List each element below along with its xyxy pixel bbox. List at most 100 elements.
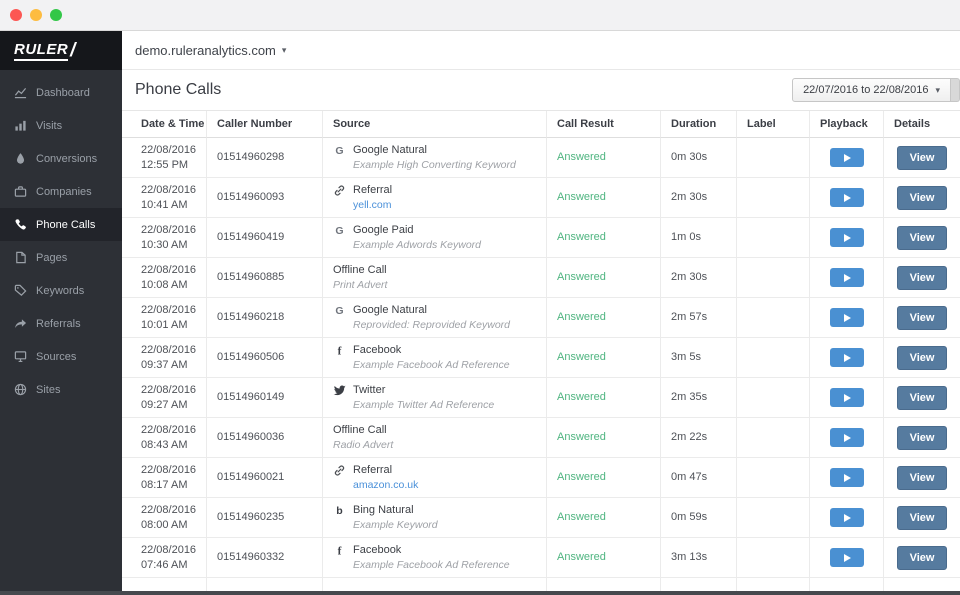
details-cell: View xyxy=(884,538,960,578)
details-cell: View xyxy=(884,218,960,258)
play-icon xyxy=(844,354,851,362)
label-cell xyxy=(737,298,810,338)
source-cell: Offline Call Radio Advert xyxy=(323,418,547,458)
source-cell: Google Natural Reprovided: Reprovided Ke… xyxy=(323,298,547,338)
source-detail: Print Advert xyxy=(333,278,546,293)
google-icon xyxy=(333,303,346,317)
table-row: 22/08/201610:41 AM 01514960093 Referral … xyxy=(122,178,960,218)
column-header-playback: Playback xyxy=(810,111,884,138)
play-button[interactable] xyxy=(830,468,864,487)
date-range-end-cap[interactable] xyxy=(951,78,960,102)
sidebar-item-referrals[interactable]: Referrals xyxy=(0,307,122,340)
sidebar-item-keywords[interactable]: Keywords xyxy=(0,274,122,307)
briefcase-icon xyxy=(14,185,27,198)
duration-cell: 3m 5s xyxy=(661,338,737,378)
date-time-cell: 22/08/201609:27 AM xyxy=(122,378,207,418)
caller-number-cell: 01514960235 xyxy=(207,498,323,538)
source-detail: Example High Converting Keyword xyxy=(353,158,546,173)
column-header-duration: Duration xyxy=(661,111,737,138)
source-detail: Example Facebook Ad Reference xyxy=(353,358,546,373)
view-button[interactable]: View xyxy=(897,266,948,290)
sidebar-item-label: Pages xyxy=(36,252,67,264)
play-button[interactable] xyxy=(830,428,864,447)
source-cell: Google Paid Example Adwords Keyword xyxy=(323,218,547,258)
caller-number-cell: 01514960298 xyxy=(207,138,323,178)
sidebar-item-label: Dashboard xyxy=(36,87,90,99)
droplet-icon xyxy=(14,152,27,165)
table-row: 22/08/201608:17 AM 01514960021 Referral … xyxy=(122,458,960,498)
playback-cell xyxy=(810,258,884,298)
view-button[interactable]: View xyxy=(897,146,948,170)
twitter-icon xyxy=(333,383,346,397)
table-row: 22/08/201609:37 AM 01514960506 Facebook … xyxy=(122,338,960,378)
play-button[interactable] xyxy=(830,268,864,287)
referral-link[interactable]: yell.com xyxy=(353,198,546,213)
sidebar-item-label: Phone Calls xyxy=(36,219,95,231)
table-row: 22/08/201610:08 AM 01514960885 Offline C… xyxy=(122,258,960,298)
date-range-group: 22/07/2016 to 22/08/2016 ▾ xyxy=(792,78,960,102)
view-button[interactable]: View xyxy=(897,466,948,490)
date-range-label: 22/07/2016 to 22/08/2016 xyxy=(803,84,928,96)
sidebar-item-phone-calls[interactable]: Phone Calls xyxy=(0,208,122,241)
sidebar-item-sites[interactable]: Sites xyxy=(0,373,122,406)
view-button[interactable]: View xyxy=(897,186,948,210)
play-button[interactable] xyxy=(830,188,864,207)
sidebar-item-label: Referrals xyxy=(36,318,81,330)
domain-selector[interactable]: demo.ruleranalytics.com ▾ xyxy=(135,43,286,58)
view-button[interactable]: View xyxy=(897,306,948,330)
dashboard-icon xyxy=(14,86,27,99)
view-button[interactable]: View xyxy=(897,546,948,570)
play-button[interactable] xyxy=(830,548,864,567)
globe-icon xyxy=(14,383,27,396)
table-row: 22/08/201609:27 AM 01514960149 Twitter E… xyxy=(122,378,960,418)
sidebar-item-pages[interactable]: Pages xyxy=(0,241,122,274)
play-icon xyxy=(844,394,851,402)
play-button[interactable] xyxy=(830,348,864,367)
source-detail: Example Twitter Ad Reference xyxy=(353,398,546,413)
play-icon xyxy=(844,234,851,242)
caller-number-cell: 01514960093 xyxy=(207,178,323,218)
date-time-cell: 22/08/201608:00 AM xyxy=(122,498,207,538)
window-bottom-edge xyxy=(0,591,960,595)
link-icon xyxy=(333,463,346,477)
source-detail: Example Keyword xyxy=(353,518,546,533)
view-button[interactable]: View xyxy=(897,386,948,410)
play-button[interactable] xyxy=(830,148,864,167)
facebook-icon xyxy=(333,343,346,357)
sidebar-item-label: Visits xyxy=(36,120,62,132)
zoom-window-icon[interactable] xyxy=(50,9,62,21)
call-result-cell: Answered xyxy=(547,538,661,578)
call-result-cell: Answered xyxy=(547,138,661,178)
date-range-button[interactable]: 22/07/2016 to 22/08/2016 ▾ xyxy=(792,78,951,102)
column-header-source: Source xyxy=(323,111,547,138)
source-detail: Reprovided: Reprovided Keyword xyxy=(353,318,546,333)
sidebar-item-sources[interactable]: Sources xyxy=(0,340,122,373)
play-button[interactable] xyxy=(830,228,864,247)
play-button[interactable] xyxy=(830,508,864,527)
referral-link[interactable]: amazon.co.uk xyxy=(353,478,546,493)
close-window-icon[interactable] xyxy=(10,9,22,21)
phone-icon xyxy=(14,218,27,231)
minimize-window-icon[interactable] xyxy=(30,9,42,21)
sidebar-item-visits[interactable]: Visits xyxy=(0,109,122,142)
play-button[interactable] xyxy=(830,388,864,407)
call-result-cell: Answered xyxy=(547,338,661,378)
table-row: 22/08/201608:00 AM 01514960235 Bing Natu… xyxy=(122,498,960,538)
column-header-date-time: Date & Time xyxy=(122,111,207,138)
sidebar-item-companies[interactable]: Companies xyxy=(0,175,122,208)
source-detail: Radio Advert xyxy=(333,438,546,453)
monitor-icon xyxy=(14,350,27,363)
view-button[interactable]: View xyxy=(897,346,948,370)
label-cell xyxy=(737,458,810,498)
sidebar-item-conversions[interactable]: Conversions xyxy=(0,142,122,175)
topbar: demo.ruleranalytics.com ▾ xyxy=(122,31,960,70)
play-button[interactable] xyxy=(830,308,864,327)
playback-cell xyxy=(810,498,884,538)
view-button[interactable]: View xyxy=(897,506,948,530)
source-cell: Facebook Example Facebook Ad Reference xyxy=(323,338,547,378)
view-button[interactable]: View xyxy=(897,426,948,450)
table-row: 22/08/201607:46 AM 01514960332 Facebook … xyxy=(122,538,960,578)
view-button[interactable]: View xyxy=(897,226,948,250)
bing-icon xyxy=(333,503,346,517)
sidebar-item-dashboard[interactable]: Dashboard xyxy=(0,76,122,109)
